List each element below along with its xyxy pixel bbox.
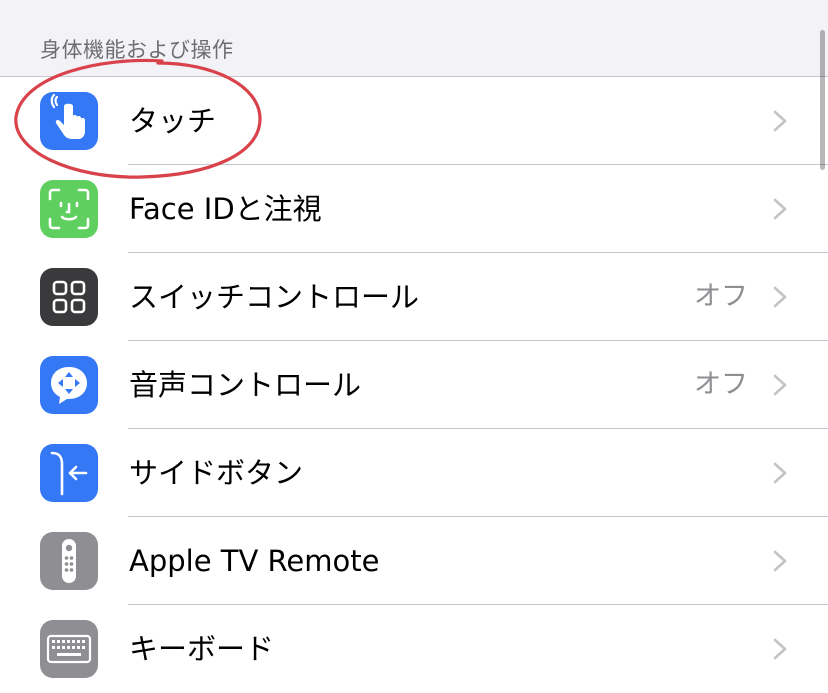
chevron-right-icon [773, 286, 787, 308]
row-label: 音声コントロール [129, 368, 362, 402]
chevron-right-icon [773, 550, 787, 572]
section-header: 身体機能および操作 [40, 38, 234, 62]
scrollbar[interactable] [820, 30, 825, 170]
row-side-button[interactable]: サイドボタン [0, 429, 828, 517]
row-label: サイドボタン [129, 456, 304, 490]
face-id-icon [40, 180, 98, 238]
switch-grid-icon [40, 268, 98, 326]
chevron-right-icon [773, 374, 787, 396]
remote-icon [40, 532, 98, 590]
row-label: キーボード [129, 632, 275, 666]
row-value: オフ [694, 369, 748, 400]
row-label: スイッチコントロール [129, 280, 420, 314]
keyboard-icon [40, 620, 98, 678]
row-value: オフ [694, 281, 748, 312]
row-switch-control[interactable]: スイッチコントロール オフ [0, 253, 828, 341]
row-touch[interactable]: タッチ [0, 77, 828, 165]
row-keyboard[interactable]: キーボード [0, 605, 828, 693]
row-label: Face IDと注視 [129, 192, 322, 226]
chevron-right-icon [773, 638, 787, 660]
chevron-right-icon [773, 198, 787, 220]
row-voice-control[interactable]: 音声コントロール オフ [0, 341, 828, 429]
row-label: タッチ [129, 104, 217, 138]
settings-list: タッチ Face IDと注視 スイッチコントロール オフ 音声コントロール オフ… [0, 76, 828, 693]
row-face-id[interactable]: Face IDと注視 [0, 165, 828, 253]
chevron-right-icon [773, 462, 787, 484]
row-apple-tv-remote[interactable]: Apple TV Remote [0, 517, 828, 605]
row-label: Apple TV Remote [129, 544, 380, 578]
voice-control-icon [40, 356, 98, 414]
chevron-right-icon [773, 110, 787, 132]
side-button-icon [40, 444, 98, 502]
hand-pointer-icon [40, 92, 98, 150]
